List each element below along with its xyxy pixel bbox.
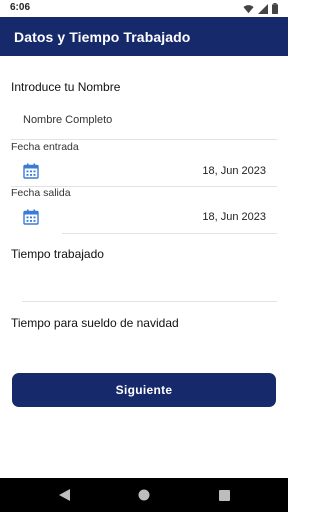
back-icon — [58, 489, 70, 501]
signal-icon — [258, 3, 268, 14]
app-bar: Datos y Tiempo Trabajado — [0, 17, 288, 56]
home-button[interactable] — [136, 487, 152, 503]
calendar-icon[interactable] — [23, 163, 39, 179]
exit-date-label: Fecha salida — [11, 187, 71, 199]
wifi-icon — [243, 4, 254, 13]
exit-date-divider — [62, 233, 277, 234]
entry-date-field[interactable]: 18, Jun 2023 — [11, 157, 277, 187]
calendar-icon[interactable] — [23, 209, 39, 225]
recents-icon — [218, 489, 230, 501]
worked-time-heading: Tiempo trabajado — [11, 247, 104, 261]
entry-date-label: Fecha entrada — [11, 141, 79, 153]
exit-date-value: 18, Jun 2023 — [202, 211, 266, 223]
navigation-bar — [0, 478, 288, 512]
name-field[interactable]: Nombre Completo — [11, 106, 277, 140]
christmas-time-heading: Tiempo para sueldo de navidad — [11, 316, 179, 330]
next-button[interactable]: Siguiente — [12, 373, 276, 407]
recents-button[interactable] — [216, 487, 232, 503]
next-button-label: Siguiente — [115, 383, 173, 397]
app-title: Datos y Tiempo Trabajado — [14, 29, 191, 45]
worked-time-field — [22, 270, 277, 302]
home-icon — [138, 489, 150, 501]
back-button[interactable] — [56, 487, 72, 503]
name-placeholder: Nombre Completo — [23, 114, 113, 126]
status-time: 6:06 — [10, 2, 31, 13]
status-bar: 6:06 — [0, 0, 288, 17]
name-heading: Introduce tu Nombre — [11, 80, 121, 94]
battery-icon — [272, 3, 278, 14]
exit-date-field[interactable]: 18, Jun 2023 — [11, 203, 277, 233]
entry-date-value: 18, Jun 2023 — [202, 165, 266, 177]
status-icons — [243, 3, 278, 14]
